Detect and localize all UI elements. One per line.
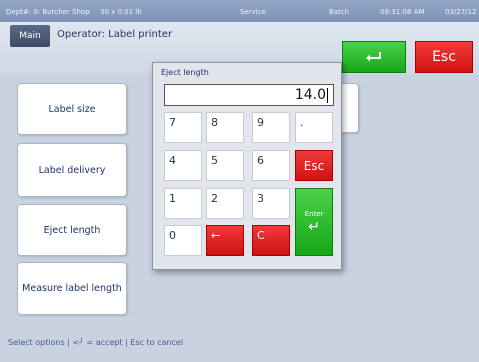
enter-label: Enter: [304, 209, 324, 218]
key-8[interactable]: 8: [206, 112, 244, 143]
enter-arrow-icon: ↵: [308, 218, 320, 235]
department-text: Dept#: 0: Butcher Shop: [6, 8, 90, 16]
label-size-button[interactable]: Label size: [17, 83, 127, 135]
main-button[interactable]: Main: [10, 25, 50, 47]
clear-key[interactable]: C: [252, 225, 290, 256]
key-3[interactable]: 3: [252, 188, 290, 219]
eject-length-button[interactable]: Eject length: [17, 204, 127, 256]
enter-arrow-icon: [366, 52, 381, 62]
label-delivery-button[interactable]: Label delivery: [17, 143, 127, 197]
operator-title: Operator: Label printer: [57, 29, 173, 40]
mode-text: Service: [240, 8, 266, 16]
key-5[interactable]: 5: [206, 150, 244, 181]
key-9[interactable]: 9: [252, 112, 290, 143]
batch-text: Batch: [329, 8, 350, 16]
unit-text: 30 x 0.01 lb: [100, 8, 142, 16]
key-0[interactable]: 0: [164, 225, 202, 256]
key-esc[interactable]: Esc: [295, 150, 333, 181]
dialog-title: Eject length: [161, 68, 209, 77]
eject-length-dialog: Eject length 14.0 7 8 9 . 4 5 6 Esc 1 2 …: [152, 62, 342, 270]
esc-button[interactable]: Esc: [415, 41, 473, 73]
accept-button[interactable]: [342, 41, 406, 73]
key-7[interactable]: 7: [164, 112, 202, 143]
backspace-key[interactable]: ←: [206, 225, 244, 256]
key-6[interactable]: 6: [252, 150, 290, 181]
value-text: 14.0: [294, 87, 326, 103]
measure-label-length-button[interactable]: Measure label length: [17, 262, 127, 315]
key-enter[interactable]: Enter ↵: [295, 188, 333, 256]
value-input[interactable]: 14.0: [164, 84, 334, 106]
status-bar: Dept#: 0: Butcher Shop 30 x 0.01 lb Serv…: [0, 0, 479, 22]
footer-hint: Select options | <┘ = accept | Esc to ca…: [8, 338, 184, 347]
date-text: 03/27/12: [445, 8, 477, 16]
time-text: 08:31:08 AM: [380, 8, 425, 16]
key-4[interactable]: 4: [164, 150, 202, 181]
key-2[interactable]: 2: [206, 188, 244, 219]
key-decimal[interactable]: .: [295, 112, 333, 143]
text-caret: [327, 87, 328, 103]
key-1[interactable]: 1: [164, 188, 202, 219]
